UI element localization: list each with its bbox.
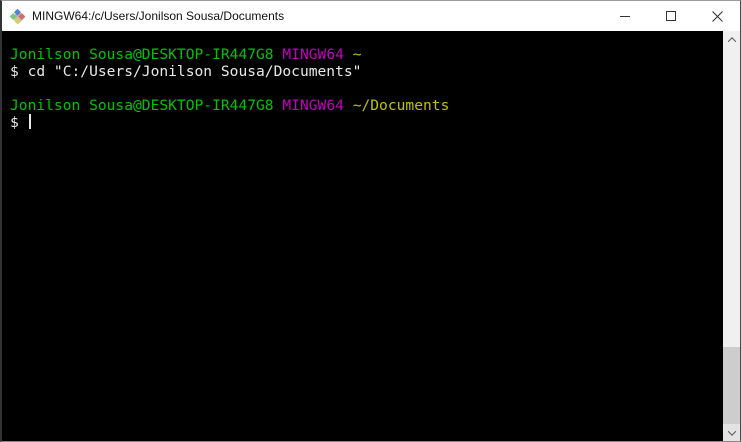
- terminal-line: $: [10, 114, 719, 131]
- close-icon: [711, 10, 723, 22]
- window-controls: [602, 1, 740, 31]
- scroll-up-button[interactable]: [723, 31, 740, 48]
- terminal-lines: Jonilson Sousa@DESKTOP-IR447G8 MINGW64 ~…: [10, 46, 719, 131]
- minimize-button[interactable]: [602, 1, 648, 31]
- chevron-up-icon: [727, 36, 736, 46]
- scrollbar-thumb[interactable]: [723, 347, 740, 424]
- maximize-button[interactable]: [648, 1, 694, 31]
- terminal-window: MINGW64:/c/Users/Jonilson Sousa/Document…: [0, 0, 741, 442]
- scroll-down-button[interactable]: [723, 424, 740, 441]
- close-button[interactable]: [694, 1, 740, 31]
- scrollbar[interactable]: [723, 31, 740, 441]
- git-bash-icon-diamonds: [9, 8, 25, 24]
- chevron-down-icon: [727, 426, 736, 436]
- minimize-icon: [620, 16, 630, 17]
- window-title: MINGW64:/c/Users/Jonilson Sousa/Document…: [32, 9, 285, 23]
- git-bash-icon: [9, 8, 25, 24]
- terminal-screen[interactable]: Jonilson Sousa@DESKTOP-IR447G8 MINGW64 ~…: [2, 31, 723, 441]
- terminal-line: Jonilson Sousa@DESKTOP-IR447G8 MINGW64 ~: [10, 46, 362, 63]
- terminal-line: Jonilson Sousa@DESKTOP-IR447G8 MINGW64 ~…: [10, 97, 450, 114]
- terminal-line: $ cd "C:/Users/Jonilson Sousa/Documents": [10, 63, 362, 80]
- terminal-cursor: [28, 114, 31, 129]
- maximize-icon: [666, 11, 676, 21]
- title-bar[interactable]: MINGW64:/c/Users/Jonilson Sousa/Document…: [2, 1, 740, 31]
